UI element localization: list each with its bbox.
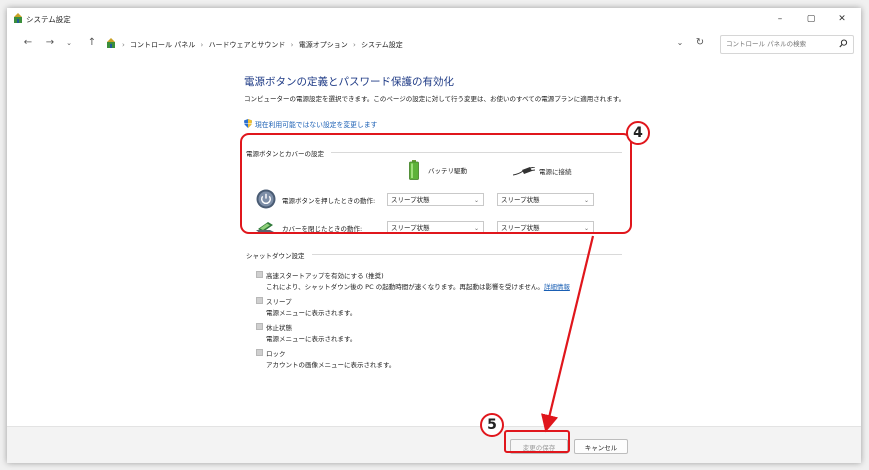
breadcrumb-system-settings[interactable]: システム設定	[361, 41, 403, 49]
breadcrumb: › コントロール パネル › ハードウェアとサウンド › 電源オプション › シ…	[119, 40, 403, 50]
more-info-link[interactable]: 詳細情報	[544, 283, 570, 291]
lock-description: アカウントの画像メニューに表示されます。	[266, 361, 396, 369]
search-icon[interactable]	[839, 39, 848, 50]
sleep-label: スリープ	[266, 298, 292, 306]
cancel-button[interactable]: キャンセル	[574, 439, 628, 454]
step4-number-badge: 4	[626, 121, 650, 145]
hibernate-checkbox[interactable]	[256, 323, 263, 330]
fast-startup-label: 高速スタートアップを有効にする (推奨)	[266, 272, 384, 280]
breadcrumb-hardware-sound[interactable]: ハードウェアとサウンド	[209, 41, 286, 49]
shutdown-section-heading: シャットダウン設定	[246, 252, 305, 260]
recent-chevron-icon[interactable]: ⌄	[62, 36, 76, 50]
breadcrumb-power-options[interactable]: 電源オプション	[299, 41, 348, 49]
system-settings-window: システム設定 – ▢ ✕ ← → ⌄ ↑ › コントロール パネル › ハードウ…	[7, 8, 861, 463]
fast-startup-checkbox[interactable]	[256, 271, 263, 278]
admin-link-label[interactable]: 現在利用可能ではない設定を変更します	[255, 121, 377, 129]
address-dropdown-chevron-icon[interactable]: ⌄	[673, 36, 687, 50]
forward-arrow-icon[interactable]: →	[43, 36, 57, 50]
search-input[interactable]	[726, 38, 831, 50]
maximize-button[interactable]: ▢	[796, 11, 826, 27]
lock-label: ロック	[266, 350, 286, 358]
uac-shield-icon	[244, 119, 252, 128]
back-arrow-icon[interactable]: ←	[21, 36, 35, 50]
step5-highlight-box	[504, 430, 570, 453]
lock-checkbox[interactable]	[256, 349, 263, 356]
sleep-checkbox[interactable]	[256, 297, 263, 304]
search-box[interactable]	[720, 35, 854, 54]
fast-startup-description: これにより、シャットダウン後の PC の起動時間が速くなります。再起動は影響を受…	[266, 281, 570, 291]
step4-highlight-box	[240, 133, 632, 234]
navigation-bar: ← → ⌄ ↑ › コントロール パネル › ハードウェアとサウンド › 電源オ…	[7, 32, 861, 56]
crumb-separator: ›	[200, 41, 204, 49]
hibernate-description: 電源メニューに表示されます。	[266, 335, 357, 343]
crumb-separator: ›	[352, 41, 356, 49]
minimize-button[interactable]: –	[765, 11, 795, 27]
footer-bar: 変更の保存 キャンセル	[7, 426, 861, 463]
admin-settings-link[interactable]: 現在利用可能ではない設定を変更します	[244, 119, 377, 129]
title-bar: システム設定 – ▢ ✕	[7, 8, 861, 30]
page-description: コンピューターの電源設定を選択できます。このページの設定に対して行う変更は、お使…	[244, 95, 626, 103]
control-panel-icon	[106, 38, 116, 51]
breadcrumb-control-panel[interactable]: コントロール パネル	[130, 41, 195, 49]
window-title: システム設定	[26, 15, 71, 24]
main-content: 電源ボタンの定義とパスワード保護の有効化 コンピューターの電源設定を選択できます…	[7, 56, 861, 424]
step5-number-badge: 5	[480, 413, 504, 437]
section-divider	[312, 254, 622, 255]
fast-startup-desc-text: これにより、シャットダウン後の PC の起動時間が速くなります。再起動は影響を受…	[266, 283, 544, 291]
control-panel-icon	[13, 13, 23, 26]
page-title: 電源ボタンの定義とパスワード保護の有効化	[244, 76, 454, 88]
hibernate-label: 休止状態	[266, 324, 292, 332]
sleep-description: 電源メニューに表示されます。	[266, 309, 357, 317]
refresh-icon[interactable]: ↻	[693, 36, 707, 50]
crumb-separator: ›	[122, 41, 125, 49]
up-arrow-icon[interactable]: ↑	[85, 36, 99, 50]
close-button[interactable]: ✕	[827, 11, 857, 27]
crumb-separator: ›	[290, 41, 294, 49]
